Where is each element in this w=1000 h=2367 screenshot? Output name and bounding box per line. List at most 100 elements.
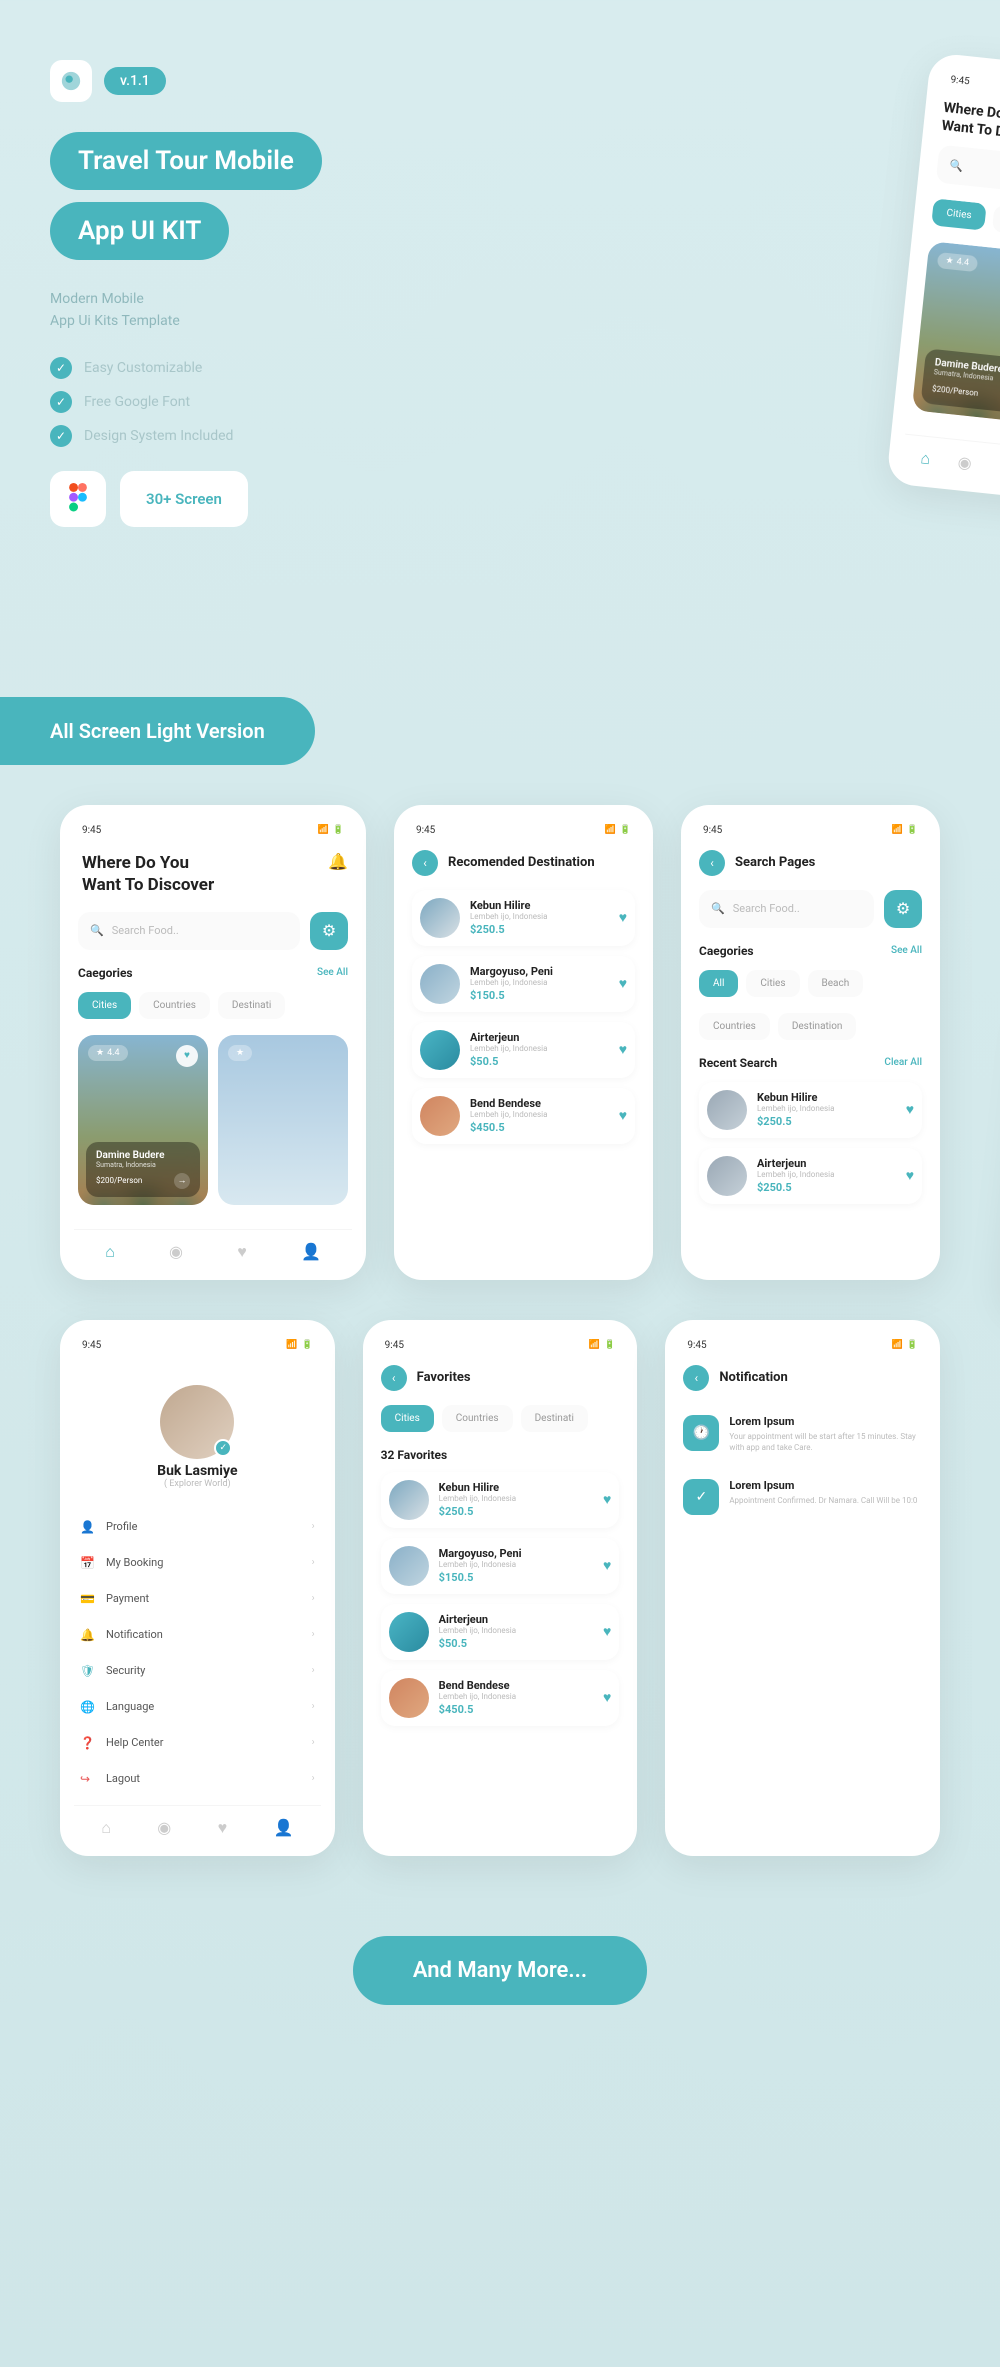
heart-icon[interactable]: ♥: [619, 1107, 627, 1124]
heart-icon[interactable]: ♥: [603, 1623, 611, 1640]
arrow-icon[interactable]: →: [174, 1173, 190, 1189]
list-item[interactable]: Airterjeun Lembeh ijo, Indonesia $50.5 ♥: [412, 1022, 635, 1078]
menu-icon: 🛡: [80, 1664, 96, 1678]
nav-profile-icon[interactable]: 👤: [301, 1242, 321, 1262]
item-name: Airterjeun: [757, 1157, 896, 1170]
section-light-version: All Screen Light Version: [0, 697, 315, 765]
avatar[interactable]: ✓: [160, 1385, 234, 1459]
item-name: Margoyuso, Peni: [470, 965, 609, 978]
thumbnail: [420, 898, 460, 938]
list-item[interactable]: Kebun Hilire Lembeh ijo, Indonesia $250.…: [412, 890, 635, 946]
thumbnail: [707, 1090, 747, 1130]
list-item[interactable]: Margoyuso, Peni Lembeh ijo, Indonesia $1…: [412, 956, 635, 1012]
list-item[interactable]: Kebun Hilire Lembeh ijo, Indonesia $250.…: [699, 1082, 922, 1138]
screen-title: Notification: [719, 1370, 787, 1385]
menu-item-profile[interactable]: 👤 Profile ›: [74, 1509, 321, 1545]
item-price: $150.5: [470, 989, 609, 1002]
heart-icon[interactable]: ♥: [603, 1689, 611, 1706]
menu-item-language[interactable]: 🌐 Language ›: [74, 1689, 321, 1725]
menu-label: My Booking: [106, 1556, 302, 1569]
search-input[interactable]: 🔍Search Food..: [699, 890, 874, 928]
list-item[interactable]: Bend Bendese Lembeh ijo, Indonesia $450.…: [381, 1670, 620, 1726]
chip-cities[interactable]: Cities: [746, 970, 799, 997]
nav-home-icon[interactable]: ⌂: [101, 1818, 111, 1838]
back-button[interactable]: ‹: [412, 850, 438, 876]
recent-search-label: Recent Search: [699, 1056, 777, 1070]
chip-destination[interactable]: Destination: [778, 1013, 857, 1040]
list-item[interactable]: Airterjeun Lembeh ijo, Indonesia $250.5 …: [699, 1148, 922, 1204]
menu-item-my-booking[interactable]: 📅 My Booking ›: [74, 1545, 321, 1581]
chip-destination[interactable]: Destinati: [521, 1405, 588, 1432]
destination-card[interactable]: ★ 4.4 ♥ Damine Budere Sumatra, Indonesia…: [78, 1035, 208, 1205]
see-all-link[interactable]: See All: [891, 945, 922, 956]
nav-explore-icon[interactable]: ◉: [157, 1818, 171, 1838]
menu-item-security[interactable]: 🛡 Security ›: [74, 1653, 321, 1689]
screen-recommended: 9:45📶🔋 ‹ Recomended Destination Kebun Hi…: [394, 805, 653, 1280]
screen-profile: 9:45📶🔋 ✓ Buk Lasmiye ( Explorer World) 👤…: [60, 1320, 335, 1856]
bell-icon[interactable]: 🔔: [328, 852, 348, 872]
chip-countries[interactable]: Countries: [139, 992, 210, 1019]
search-input[interactable]: 🔍Search Food..: [78, 912, 300, 950]
nav-favorites-icon[interactable]: ♥: [218, 1818, 228, 1838]
item-price: $250.5: [470, 923, 609, 936]
nav-home-icon[interactable]: ⌂: [105, 1242, 115, 1262]
screen-favorites: 9:45📶🔋 ‹ Favorites Cities Countries Dest…: [363, 1320, 638, 1856]
back-button[interactable]: ‹: [699, 850, 725, 876]
heart-icon[interactable]: ♥: [603, 1491, 611, 1508]
menu-icon: 👤: [80, 1520, 96, 1534]
see-all-link[interactable]: See All: [317, 967, 348, 978]
heart-icon[interactable]: ♥: [619, 975, 627, 992]
clear-all-link[interactable]: Clear All: [884, 1057, 922, 1068]
chip-countries[interactable]: Countries: [442, 1405, 513, 1432]
item-location: Lembeh ijo, Indonesia: [439, 1560, 593, 1569]
screens-count-button[interactable]: 30+ Screen: [120, 471, 248, 527]
chip-all[interactable]: All: [699, 970, 738, 997]
filter-button[interactable]: ⚙: [310, 912, 348, 950]
screen-title: Recomended Destination: [448, 855, 595, 870]
notification-item[interactable]: 🕐 Lorem Ipsum Your appointment will be s…: [679, 1405, 926, 1469]
list-item[interactable]: Kebun Hilire Lembeh ijo, Indonesia $250.…: [381, 1472, 620, 1528]
footer-more-button[interactable]: And Many More...: [353, 1936, 647, 2005]
heart-icon[interactable]: ♥: [619, 1041, 627, 1058]
menu-item-payment[interactable]: 💳 Payment ›: [74, 1581, 321, 1617]
heart-icon[interactable]: ♥: [906, 1101, 914, 1118]
status-time: 9:45: [82, 825, 101, 836]
destination-card[interactable]: ★: [218, 1035, 348, 1205]
menu-item-lagout[interactable]: ↪ Lagout ›: [74, 1761, 321, 1797]
heart-icon[interactable]: ♥: [603, 1557, 611, 1574]
list-item[interactable]: Airterjeun Lembeh ijo, Indonesia $50.5 ♥: [381, 1604, 620, 1660]
back-button[interactable]: ‹: [683, 1365, 709, 1391]
heart-icon[interactable]: ♥: [906, 1167, 914, 1184]
filter-button[interactable]: ⚙: [884, 890, 922, 928]
menu-label: Profile: [106, 1520, 302, 1533]
check-icon: ✓: [50, 357, 72, 379]
figma-button[interactable]: [50, 471, 106, 527]
heart-icon[interactable]: ♥: [619, 909, 627, 926]
feature-item: ✓Free Google Font: [50, 391, 950, 413]
heart-icon[interactable]: ♥: [176, 1045, 198, 1067]
nav-favorites-icon[interactable]: ♥: [237, 1242, 247, 1262]
notification-item[interactable]: ✓ Lorem Ipsum Appointment Confirmed. Dr …: [679, 1469, 926, 1531]
chip-cities[interactable]: Cities: [78, 992, 131, 1019]
item-location: Lembeh ijo, Indonesia: [439, 1626, 593, 1635]
list-item[interactable]: Bend Bendese Lembeh ijo, Indonesia $450.…: [412, 1088, 635, 1144]
thumbnail: [389, 1546, 429, 1586]
nav-explore-icon[interactable]: ◉: [169, 1242, 183, 1262]
list-item[interactable]: Margoyuso, Peni Lembeh ijo, Indonesia $1…: [381, 1538, 620, 1594]
chip-destination[interactable]: Destinati: [218, 992, 285, 1019]
menu-icon: ❓: [80, 1736, 96, 1750]
chip-cities[interactable]: Cities: [381, 1405, 434, 1432]
thumbnail: [420, 964, 460, 1004]
menu-item-notification[interactable]: 🔔 Notification ›: [74, 1617, 321, 1653]
menu-icon: 💳: [80, 1592, 96, 1606]
item-name: Kebun Hilire: [757, 1091, 896, 1104]
notification-title: Lorem Ipsum: [729, 1479, 917, 1492]
nav-profile-icon[interactable]: 👤: [274, 1818, 294, 1838]
rating-badge: ★ 4.4: [88, 1045, 128, 1061]
feature-item: ✓Easy Customizable: [50, 357, 950, 379]
back-button[interactable]: ‹: [381, 1365, 407, 1391]
menu-item-help-center[interactable]: ❓ Help Center ›: [74, 1725, 321, 1761]
item-location: Lembeh ijo, Indonesia: [439, 1692, 593, 1701]
chip-countries[interactable]: Countries: [699, 1013, 770, 1040]
chip-beach[interactable]: Beach: [808, 970, 864, 997]
